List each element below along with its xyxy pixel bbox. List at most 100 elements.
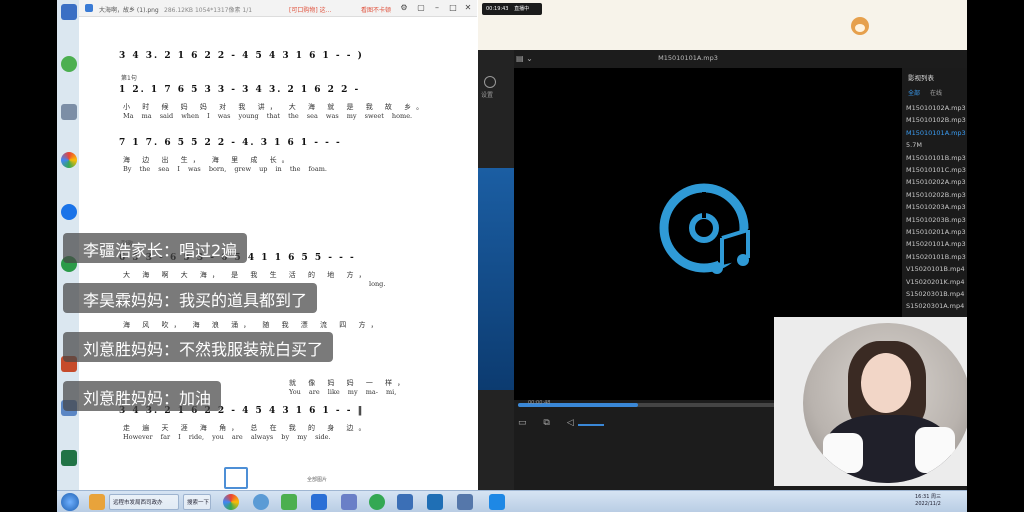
viewer-ad[interactable]: [可口购物] 这... — [289, 5, 331, 14]
folder-icon[interactable]: ▭ — [518, 418, 527, 428]
restore-icon[interactable]: ▢ — [416, 3, 426, 13]
all-images-label[interactable]: 全部图片 — [307, 476, 327, 483]
shiba-emoji-icon — [851, 17, 869, 35]
chrome-icon[interactable] — [223, 494, 239, 510]
presenter-sleeve-right — [915, 427, 955, 473]
lyric-row-7: 就 像 妈 妈 一 样， — [289, 379, 410, 387]
webcam-feed — [803, 323, 967, 483]
taskbar-app-icon[interactable] — [311, 494, 327, 510]
taskbar-window-item[interactable]: 远程市发局西司政办 — [109, 494, 179, 510]
chat-message: 李疆浩家长：唱过2遍 — [63, 233, 248, 263]
recycle-bin-icon[interactable] — [61, 104, 77, 120]
english-row-4: long. — [369, 280, 386, 288]
playlist-item[interactable]: M15010202A.mp3 — [906, 178, 966, 186]
lyric-row-2: 小 时 候 妈 妈 对 我 讲， 大 海 就 是 我 故 乡。 — [123, 103, 429, 111]
playlist-item[interactable]: M15010102B.mp3 — [906, 116, 966, 124]
live-status-badge: 00:19:43 直播中 — [482, 3, 542, 15]
playlist-item[interactable]: V15020201K.mp4 — [906, 278, 964, 286]
player-side-panel — [478, 168, 514, 390]
taskbar: 远程市发局西司政办 搜索一下 16:31 周三 2022/11/2 — [57, 490, 967, 512]
close-icon[interactable]: ✕ — [463, 3, 473, 13]
presenter-sleeve-left — [823, 433, 863, 473]
section-label: 第1句 — [121, 75, 137, 82]
english-row-3: By the sea I was born, grew up in the fo… — [123, 165, 327, 173]
english-row-5: However far I ride, you are always by my… — [123, 433, 331, 441]
notation-row-2: 1 2. 1 7 6 5 3 3 - 3 4 3. 2 1 6 2 2 - — [119, 85, 361, 95]
chat-message: 刘意胜妈妈：不然我服装就白买了 — [63, 332, 334, 362]
viewer-thumbnail-bar: 全部图片 — [79, 465, 477, 490]
image-viewer-icon[interactable] — [341, 494, 357, 510]
taskbar-app-icon[interactable] — [369, 494, 385, 510]
lyric-row-5: 走 遍 天 涯 海 角， 总 在 我 的 身 边。 — [123, 424, 371, 432]
clock-time: 16:31 周三 — [915, 494, 941, 500]
playlist-item[interactable]: M15020101A.mp3 — [906, 240, 966, 248]
playlist-item[interactable]: M15020101B.mp3 — [906, 253, 966, 261]
webcam-overlay — [774, 317, 967, 486]
playlist-item[interactable]: M15010101C.mp3 — [906, 166, 966, 174]
tab-all[interactable]: 全部 — [908, 90, 920, 97]
presenter-face — [861, 353, 911, 413]
ie-icon[interactable] — [61, 204, 77, 220]
english-row-2: Ma ma said when I was young that the sea… — [123, 112, 413, 120]
taskbar-app-icon[interactable] — [397, 494, 413, 510]
selected-thumbnail[interactable] — [224, 467, 248, 489]
taskbar-app-icon[interactable] — [457, 494, 473, 510]
notation-row-1: 3 4 3. 2 1 6 2 2 - 4 5 4 3 1 6 1 - - ) — [119, 51, 364, 61]
media-play-icon[interactable] — [281, 494, 297, 510]
chat-message: 刘意胜妈妈：加油 — [63, 381, 222, 411]
settings-icon[interactable] — [484, 76, 496, 88]
playlist-item[interactable]: M15010202B.mp3 — [906, 191, 966, 199]
volume-icon[interactable]: ◁ — [567, 418, 574, 428]
viewer-titlebar: 大海啊，故乡 (1).png 286.12KB 1054*1317像素 1/1 … — [79, 0, 477, 17]
viewer-app-icon — [85, 4, 93, 12]
settings-icon[interactable]: ⚙ — [399, 3, 409, 13]
viewer-ad-2[interactable]: 看图不卡顿 — [361, 5, 391, 14]
computer-icon[interactable] — [61, 4, 77, 20]
taskbar-app-icon[interactable] — [427, 494, 443, 510]
playlist-item[interactable]: M15010203A.mp3 — [906, 203, 966, 211]
browser-icon[interactable] — [61, 56, 77, 72]
start-button[interactable] — [61, 493, 79, 511]
chat-message: 李昊霖妈妈：我买的道具都到了 — [63, 283, 318, 313]
taskbar-app-icon[interactable] — [253, 494, 269, 510]
taskbar-app-icon[interactable] — [89, 494, 105, 510]
excel-icon[interactable] — [61, 450, 77, 466]
player-settings-label[interactable]: 设置 — [481, 90, 505, 102]
minimize-icon[interactable]: – — [432, 3, 442, 13]
live-top-bar: 00:19:43 直播中 — [478, 0, 967, 50]
playlist-item[interactable]: V15020101B.mp4 — [906, 265, 965, 273]
tab-online[interactable]: 在线 — [930, 90, 942, 97]
player-controls: ▭ ⧉ ◁ — [518, 418, 574, 428]
playlist-item[interactable]: M15010102A.mp3 — [906, 104, 966, 112]
player-title: M15010101A.mp3 — [658, 54, 718, 62]
english-row-7: You are like my ma- mi, — [289, 388, 397, 396]
live-label: 直播中 — [514, 6, 530, 12]
lyric-row-6: 海 风 吹， 海 浪 涌， 随 我 漂 流 四 方， — [123, 321, 383, 329]
taskbar-search-item[interactable]: 搜索一下 — [183, 494, 211, 510]
taskbar-app-icon[interactable] — [489, 494, 505, 510]
chrome-icon[interactable] — [61, 152, 77, 168]
lyric-row-3: 海 边 出 生， 海 里 成 长。 — [123, 156, 294, 164]
live-time: 00:19:43 — [486, 6, 509, 12]
playlist-item[interactable]: M15010201A.mp3 — [906, 228, 966, 236]
viewer-meta: 286.12KB 1054*1317像素 1/1 — [164, 7, 253, 14]
notation-row-3: 7 1 7. 6 5 5 2 2 - 4. 3 1 6 1 - - - — [119, 138, 342, 148]
volume-slider[interactable] — [578, 424, 604, 426]
playlist-item[interactable]: S15020301A.mp4 — [906, 302, 964, 310]
playback-progress-bar[interactable] — [518, 403, 818, 407]
screen-frame: 大海啊，故乡 (1).png 286.12KB 1054*1317像素 1/1 … — [57, 0, 967, 512]
playlist-item[interactable]: 5.7M — [906, 141, 922, 149]
system-clock[interactable]: 16:31 周三 2022/11/2 — [915, 494, 941, 508]
lyric-row-4: 大 海 啊 大 海， 是 我 生 活 的 地 方， — [123, 271, 371, 279]
open-file-icon[interactable]: ⧉ — [543, 418, 549, 428]
clock-date: 2022/11/2 — [915, 501, 941, 507]
current-time: 00:00:48 — [528, 400, 551, 406]
playlist-title: 影视列表 — [908, 74, 934, 82]
viewer-filename: 大海啊，故乡 (1).png — [99, 7, 159, 14]
playlist-item[interactable]: M15010101A.mp3 — [906, 129, 966, 137]
playlist-item[interactable]: M15010101B.mp3 — [906, 154, 966, 162]
playlist-tabs: 全部 在线 — [908, 88, 942, 97]
playlist-item[interactable]: M15010203B.mp3 — [906, 216, 966, 224]
playlist-item[interactable]: S15020301B.mp4 — [906, 290, 964, 298]
maximize-icon[interactable]: □ — [448, 3, 458, 13]
